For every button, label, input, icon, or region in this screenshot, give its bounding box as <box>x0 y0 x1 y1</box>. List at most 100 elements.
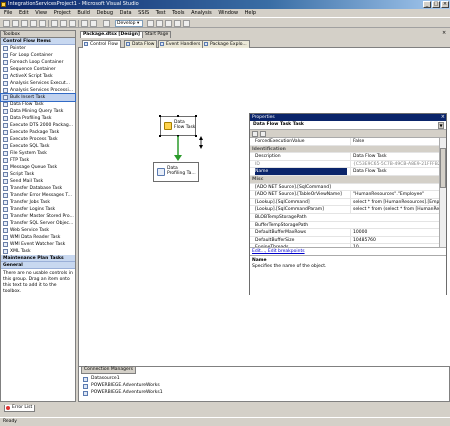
alphabetical-icon[interactable] <box>260 131 266 137</box>
toolbox-section-control-flow[interactable]: Control Flow Items <box>1 38 75 45</box>
property-row[interactable]: Description Data Flow Task <box>250 153 440 161</box>
toolbox-item[interactable]: Execute Package Task <box>1 129 75 136</box>
toolbox-item[interactable]: Foreach Loop Container <box>1 59 75 66</box>
property-row[interactable]: [ADO NET Source].[SqlCommand] <box>250 184 440 192</box>
property-row[interactable]: DefaultBufferSize 10485760 <box>250 236 440 245</box>
selection-handle[interactable] <box>159 115 161 117</box>
error-output-arrow-icon[interactable] <box>197 136 205 150</box>
menu-view[interactable]: View <box>35 10 47 16</box>
scroll-thumb[interactable] <box>440 148 446 188</box>
property-value[interactable]: 10485760 <box>350 236 440 244</box>
selection-handle[interactable] <box>195 115 197 117</box>
paste-icon[interactable] <box>69 20 76 27</box>
toolbox-item[interactable]: Message Queue Task <box>1 164 75 171</box>
property-value[interactable]: Data Flow Task <box>350 168 440 176</box>
property-row[interactable]: ForcedExecutionValue False <box>250 138 440 146</box>
precedence-constraint-arrow[interactable] <box>173 136 183 162</box>
property-row[interactable]: ID {C53E9C65-5C7B-49CB-A8E9-21FFFB27} <box>250 160 440 169</box>
property-row[interactable]: BLOBTempStoragePath <box>250 214 440 222</box>
toolbox-item[interactable]: Data Flow Task <box>1 101 75 108</box>
more-options-icon[interactable] <box>183 20 190 27</box>
toolbox-section-general[interactable]: General <box>1 262 75 269</box>
close-properties-icon[interactable]: × <box>441 114 445 121</box>
maximize-button[interactable]: □ <box>432 1 440 8</box>
toolbox-item[interactable]: XML Task <box>1 248 75 255</box>
menu-tools[interactable]: Tools <box>172 10 184 16</box>
toolbox-item[interactable]: Transfer Database Task <box>1 185 75 192</box>
properties-object-selector[interactable]: Data Flow Task Task ▼ <box>250 121 446 130</box>
undo-icon[interactable] <box>81 20 88 27</box>
toolbox-item[interactable]: Transfer Master Stored Pro... <box>1 213 75 220</box>
menu-test[interactable]: Test <box>156 10 166 16</box>
save-all-icon[interactable] <box>39 20 46 27</box>
solution-config-select[interactable]: Develop ▾ <box>115 20 143 27</box>
menu-help[interactable]: Help <box>245 10 256 16</box>
menu-analysis[interactable]: Analysis <box>191 10 212 16</box>
property-row[interactable]: [Lookup].[SqlCommand] select * from [Huma… <box>250 198 440 207</box>
categorized-icon[interactable] <box>252 131 258 137</box>
toolbox-item[interactable]: Transfer Logins Task <box>1 206 75 213</box>
property-category[interactable]: Misc <box>250 175 440 184</box>
toolbox-item[interactable]: Pointer <box>1 45 75 52</box>
close-document-icon[interactable]: × <box>442 31 448 37</box>
toolbox-item[interactable]: WMI Data Reader Task <box>1 234 75 241</box>
toolbox-item[interactable]: Web Service Task <box>1 227 75 234</box>
selection-handle[interactable] <box>159 135 161 137</box>
toolbox-item[interactable]: WMI Event Watcher Task <box>1 241 75 248</box>
property-value[interactable]: Data Flow Task <box>350 153 440 161</box>
connection-item[interactable]: Datasource1 <box>83 376 120 382</box>
toolbox-item[interactable]: Analysis Services Processi... <box>1 87 75 94</box>
menu-project[interactable]: Project <box>54 10 71 16</box>
connection-item[interactable]: POWERBIEGE.AdventureWorks1 <box>83 390 163 396</box>
cut-icon[interactable] <box>51 20 58 27</box>
property-value[interactable]: 10000 <box>350 229 440 237</box>
menu-debug[interactable]: Debug <box>97 10 113 16</box>
toolbox-item[interactable]: For Loop Container <box>1 52 75 59</box>
toolbox-section-maintenance[interactable]: Maintenance Plan Tasks <box>1 255 75 262</box>
property-category[interactable]: Identification <box>250 145 440 154</box>
tab-error-list[interactable]: Error List <box>4 405 36 412</box>
toolbox-item[interactable]: Transfer Jobs Task <box>1 199 75 206</box>
menu-file[interactable]: File <box>4 10 12 16</box>
properties-scrollbar[interactable] <box>439 138 446 247</box>
tab-event-handlers[interactable]: Event Handlers <box>158 40 204 48</box>
properties-links[interactable]: Edit..., Edit breakpoints <box>252 249 305 254</box>
toolbox-item[interactable]: Data Mining Query Task <box>1 108 75 115</box>
properties-icon[interactable] <box>165 20 172 27</box>
toolbox-item[interactable]: Send Mail Task <box>1 178 75 185</box>
toolbox-item[interactable]: Execute SQL Task <box>1 143 75 150</box>
add-item-icon[interactable] <box>12 20 19 27</box>
tab-package-explorer[interactable]: Package Explo... <box>202 40 250 48</box>
chevron-down-icon[interactable]: ▼ <box>438 122 444 129</box>
property-value[interactable]: "HumanResources"."Employee" <box>350 191 440 199</box>
tab-package-design[interactable]: Package.dtsx [Design] <box>80 31 143 38</box>
connection-item[interactable]: POWERBIEGE.AdventureWorks <box>83 383 160 389</box>
property-row[interactable]: [Lookup].[SqlCommandParam] select * from … <box>250 206 440 214</box>
toolbox-item[interactable]: Sequence Container <box>1 66 75 73</box>
toolbox-item[interactable]: Transfer SQL Server Objec... <box>1 220 75 227</box>
tab-control-flow[interactable]: Control Flow <box>82 40 121 48</box>
new-project-icon[interactable] <box>3 20 10 27</box>
start-debug-icon[interactable] <box>103 20 110 27</box>
property-row[interactable]: BufferTempStoragePath <box>250 222 440 230</box>
tab-start-page[interactable]: Start Page <box>142 31 172 38</box>
toolbox-item[interactable]: Data Profiling Task <box>1 115 75 122</box>
menu-data[interactable]: Data <box>120 10 132 16</box>
toolbox-item[interactable]: Transfer Error Messages T... <box>1 192 75 199</box>
menu-window[interactable]: Window <box>218 10 238 16</box>
property-row[interactable]: [ADO NET Source].[TableOrViewName] "Human… <box>250 191 440 199</box>
toolbox-item[interactable]: Script Task <box>1 171 75 178</box>
toolbox-item[interactable]: Execute Process Task <box>1 136 75 143</box>
menu-edit[interactable]: Edit <box>19 10 29 16</box>
selection-handle[interactable] <box>177 115 179 117</box>
toolbox-item[interactable]: Execute DTS 2000 Packag... <box>1 122 75 129</box>
find-icon[interactable] <box>147 20 154 27</box>
data-profiling-task-shape[interactable]: Data Profiling Ta... <box>153 162 199 182</box>
solution-explorer-icon[interactable] <box>156 20 163 27</box>
data-flow-task-shape[interactable]: Data Flow Task <box>160 116 196 136</box>
property-row[interactable]: DefaultBufferMaxRows 10000 <box>250 229 440 237</box>
property-value[interactable]: {C53E9C65-5C7B-49CB-A8E9-21FFFB27} <box>350 160 440 168</box>
menu-ssis[interactable]: SSIS <box>138 10 149 16</box>
property-value[interactable]: False <box>350 138 440 145</box>
toolbox-item[interactable]: Analysis Services Execut... <box>1 80 75 87</box>
